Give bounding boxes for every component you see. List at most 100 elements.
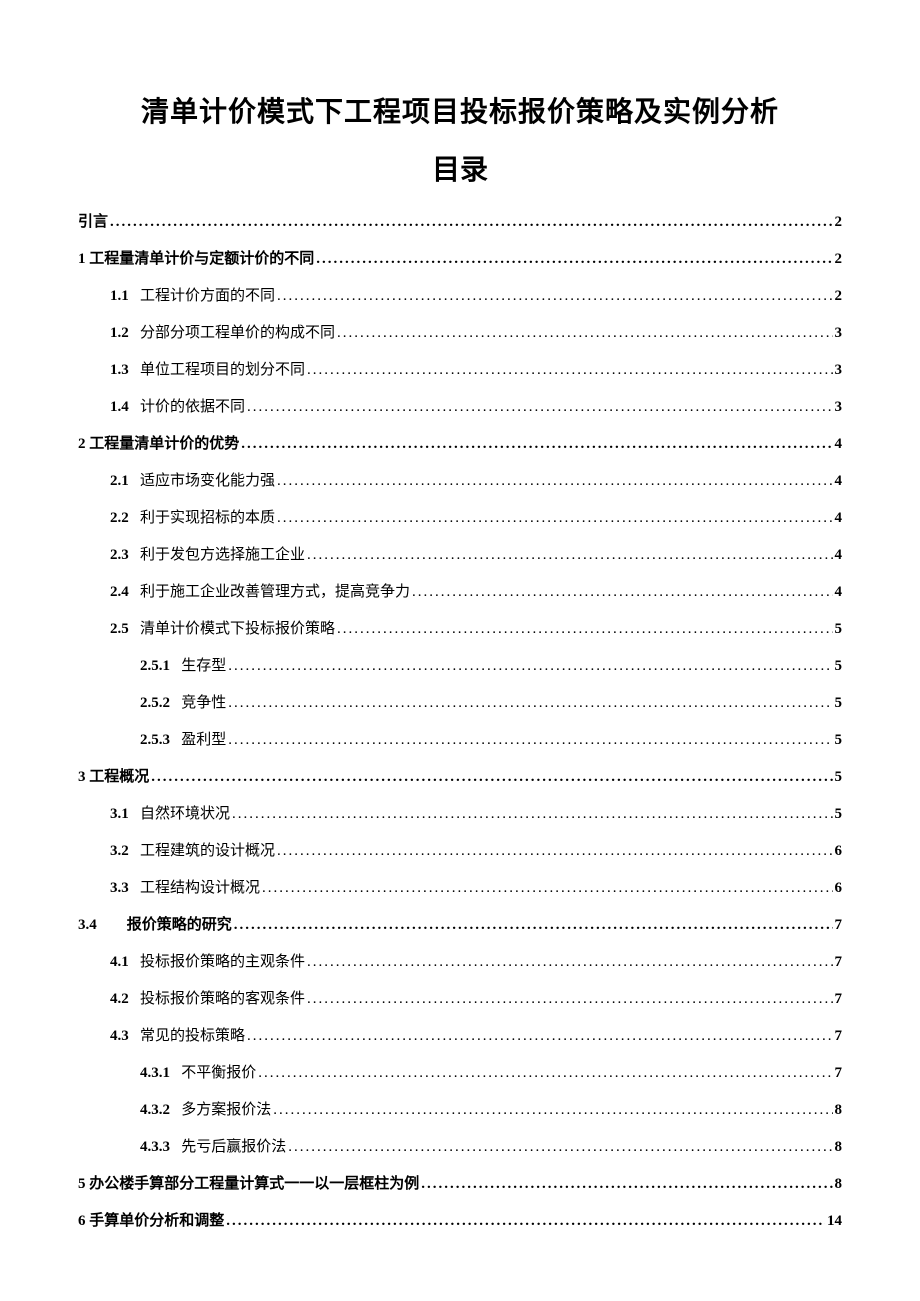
toc-label: 利于施工企业改善管理方式，提高竞争力 bbox=[140, 582, 410, 603]
toc-leader-dots bbox=[307, 989, 832, 1010]
toc-page-number: 5 bbox=[835, 730, 843, 751]
toc-number: 2.3 bbox=[110, 545, 140, 566]
toc-leader-dots bbox=[421, 1174, 832, 1195]
toc-entry: 2.5.1 生存型 5 bbox=[78, 656, 842, 677]
toc-page-number: 6 bbox=[835, 878, 843, 899]
toc-page-number: 3 bbox=[835, 360, 843, 381]
toc-number: 1.3 bbox=[110, 360, 140, 381]
toc-label: 工程建筑的设计概况 bbox=[140, 841, 275, 862]
toc-number: 3 bbox=[78, 767, 89, 788]
toc-entry: 6 手算单价分析和调整14 bbox=[78, 1211, 842, 1232]
toc-leader-dots bbox=[258, 1063, 832, 1084]
toc-number: 2.5.3 bbox=[140, 730, 181, 751]
toc-leader-dots bbox=[307, 545, 832, 566]
toc-label: 生存型 bbox=[181, 656, 226, 677]
toc-entry: 1.4 计价的依据不同3 bbox=[78, 397, 842, 418]
toc-entry: 1.3 单位工程项目的划分不同3 bbox=[78, 360, 842, 381]
toc-entry: 2.5.2 竞争性5 bbox=[78, 693, 842, 714]
toc-page-number: 2 bbox=[835, 249, 843, 270]
toc-label: 工程量清单计价的优势 bbox=[89, 434, 239, 455]
toc-label: 计价的依据不同 bbox=[140, 397, 245, 418]
toc-number: 3.3 bbox=[110, 878, 140, 899]
toc-label: 不平衡报价 bbox=[181, 1063, 256, 1084]
toc-heading: 目录 bbox=[78, 148, 842, 188]
toc-number: 4.3.2 bbox=[140, 1100, 181, 1121]
toc-number: 2.2 bbox=[110, 508, 140, 529]
toc-label: 盈利型 bbox=[181, 730, 226, 751]
toc-leader-dots bbox=[277, 841, 832, 862]
toc-label: 工程量清单计价与定额计价的不同 bbox=[89, 249, 314, 270]
toc-leader-dots bbox=[412, 582, 832, 603]
toc-leader-dots bbox=[273, 1100, 832, 1121]
toc-page-number: 4 bbox=[835, 545, 843, 566]
toc-number: 1.4 bbox=[110, 397, 140, 418]
toc-leader-dots bbox=[232, 804, 832, 825]
toc-entry: 2.5.3 盈利型 5 bbox=[78, 730, 842, 751]
toc-entry: 2.5 清单计价模式下投标报价策略5 bbox=[78, 619, 842, 640]
toc-entry: 3 工程概况5 bbox=[78, 767, 842, 788]
toc-page-number: 8 bbox=[835, 1137, 843, 1158]
toc-page-number: 5 bbox=[835, 804, 843, 825]
toc-label: 投标报价策略的主观条件 bbox=[140, 952, 305, 973]
toc-number: 2.5.1 bbox=[140, 656, 181, 677]
toc-label: 常见的投标策略 bbox=[140, 1026, 245, 1047]
toc-entry: 1.2 分部分项工程单价的构成不同3 bbox=[78, 323, 842, 344]
toc-number: 4.1 bbox=[110, 952, 140, 973]
toc-page-number: 2 bbox=[835, 286, 843, 307]
toc-leader-dots bbox=[228, 693, 832, 714]
toc-page-number: 5 bbox=[835, 656, 843, 677]
toc-entry: 1 工程量清单计价与定额计价的不同 2 bbox=[78, 249, 842, 270]
toc-entry: 引言2 bbox=[78, 212, 842, 233]
toc-entry: 2 工程量清单计价的优势4 bbox=[78, 434, 842, 455]
toc-page-number: 7 bbox=[835, 952, 843, 973]
toc-number: 4.3.1 bbox=[140, 1063, 181, 1084]
toc-leader-dots bbox=[226, 1211, 825, 1232]
toc-page-number: 5 bbox=[835, 767, 843, 788]
toc-entry: 3.2 工程建筑的设计概况6 bbox=[78, 841, 842, 862]
toc-page-number: 6 bbox=[835, 841, 843, 862]
toc-page-number: 7 bbox=[835, 989, 843, 1010]
toc-entry: 4.3.3 先亏后赢报价法 8 bbox=[78, 1137, 842, 1158]
table-of-contents: 引言21 工程量清单计价与定额计价的不同21.1 工程计价方面的不同21.2 分… bbox=[78, 212, 842, 1232]
toc-number: 4.3.3 bbox=[140, 1137, 181, 1158]
toc-entry: 3.3 工程结构设计概况6 bbox=[78, 878, 842, 899]
toc-leader-dots bbox=[337, 323, 832, 344]
toc-leader-dots bbox=[228, 730, 832, 751]
toc-page-number: 8 bbox=[835, 1100, 843, 1121]
toc-entry: 5 办公楼手算部分工程量计算式一一以一层框柱为例8 bbox=[78, 1174, 842, 1195]
toc-leader-dots bbox=[241, 434, 832, 455]
toc-number: 1 bbox=[78, 249, 89, 270]
toc-leader-dots bbox=[337, 619, 832, 640]
toc-label: 分部分项工程单价的构成不同 bbox=[140, 323, 335, 344]
toc-number: 3.4 bbox=[78, 915, 127, 936]
toc-page-number: 7 bbox=[835, 1026, 843, 1047]
toc-entry: 3.4 报价策略的研究7 bbox=[78, 915, 842, 936]
toc-number: 2.5.2 bbox=[140, 693, 181, 714]
toc-label: 先亏后赢报价法 bbox=[181, 1137, 286, 1158]
toc-entry: 4.3 常见的投标策略 7 bbox=[78, 1026, 842, 1047]
toc-entry: 2.4 利于施工企业改善管理方式，提高竞争力4 bbox=[78, 582, 842, 603]
toc-leader-dots bbox=[234, 915, 833, 936]
toc-label: 利于发包方选择施工企业 bbox=[140, 545, 305, 566]
toc-page-number: 4 bbox=[835, 471, 843, 492]
toc-label: 清单计价模式下投标报价策略 bbox=[140, 619, 335, 640]
toc-page-number: 5 bbox=[835, 693, 843, 714]
toc-number: 1.1 bbox=[110, 286, 140, 307]
toc-number: 4.2 bbox=[110, 989, 140, 1010]
toc-page-number: 4 bbox=[835, 508, 843, 529]
toc-entry: 4.3.2 多方案报价法 8 bbox=[78, 1100, 842, 1121]
toc-label: 手算单价分析和调整 bbox=[89, 1211, 224, 1232]
toc-leader-dots bbox=[277, 286, 832, 307]
toc-leader-dots bbox=[316, 249, 832, 270]
toc-entry: 4.3.1 不平衡报价7 bbox=[78, 1063, 842, 1084]
toc-leader-dots bbox=[307, 952, 832, 973]
toc-label: 多方案报价法 bbox=[181, 1100, 271, 1121]
toc-leader-dots bbox=[110, 212, 832, 233]
toc-leader-dots bbox=[247, 1026, 832, 1047]
toc-page-number: 14 bbox=[827, 1211, 842, 1232]
toc-label: 利于实现招标的本质 bbox=[140, 508, 275, 529]
toc-entry: 4.2 投标报价策略的客观条件7 bbox=[78, 989, 842, 1010]
toc-page-number: 4 bbox=[835, 582, 843, 603]
toc-number: 4.3 bbox=[110, 1026, 140, 1047]
toc-label: 报价策略的研究 bbox=[127, 915, 232, 936]
